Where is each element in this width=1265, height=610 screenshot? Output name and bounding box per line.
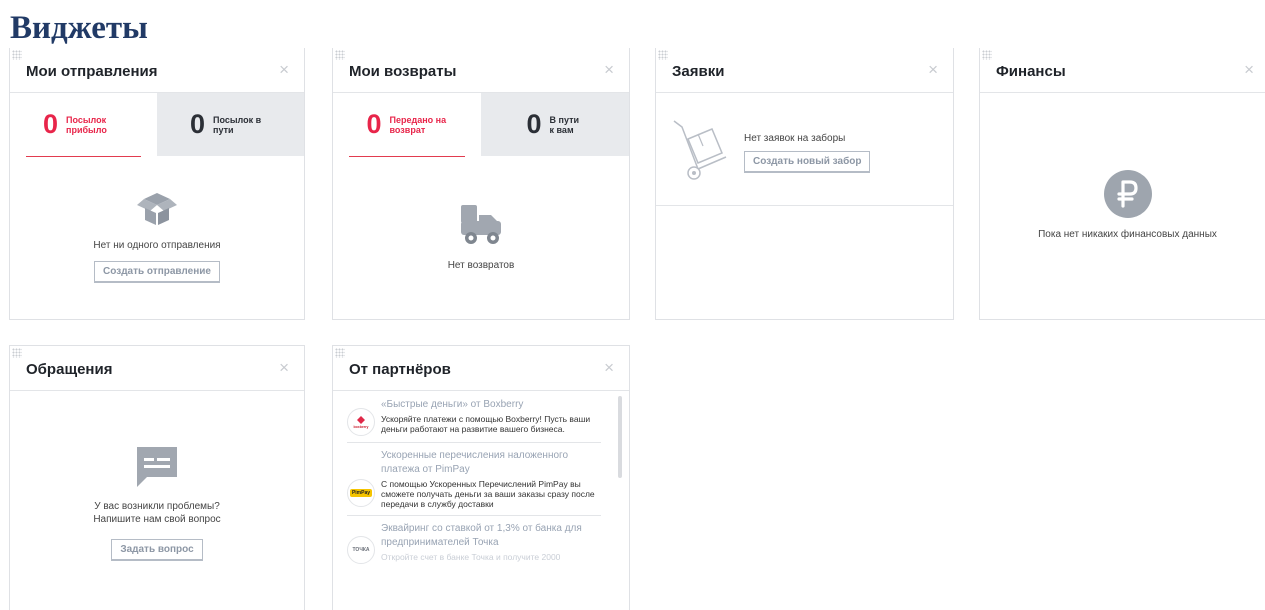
page-title: Виджеты [10, 10, 148, 46]
widget-title: Мои возвраты [349, 63, 457, 80]
close-icon[interactable]: × [279, 359, 289, 376]
transit-label: В пути к вам [549, 114, 580, 135]
list-item[interactable]: PimPay Ускоренные перечисления наложенно… [347, 443, 601, 516]
svg-text:boxberry: boxberry [354, 425, 369, 429]
widget-shipments: Мои отправления × 0 Посылок прибыло 0 По… [9, 48, 305, 320]
sent-count: 0 [366, 109, 382, 139]
widget-header: Мои возвраты × [333, 48, 629, 93]
widget-header: Заявки × [656, 48, 953, 93]
partner-desc: Ускоряйте платежи с помощью Boxberry! Пу… [381, 414, 591, 434]
partner-logo: PimPay [347, 479, 375, 507]
transit-count: 0 [526, 109, 542, 139]
sent-label: Передано на возврат [389, 114, 447, 135]
empty-state: Пока нет никаких финансовых данных [980, 170, 1265, 241]
widget-support: Обращения × У вас возникли проблемы? Нап… [9, 345, 305, 610]
hand-truck-icon [670, 117, 730, 183]
partner-content: «Быстрые деньги» от Boxberry Ускоряйте п… [381, 398, 601, 436]
arrived-count: 0 [42, 109, 59, 139]
ask-question-button[interactable]: Задать вопрос [111, 539, 203, 561]
empty-state: У вас возникли проблемы? Напишите нам св… [10, 443, 304, 561]
tab-arrived[interactable]: 0 Посылок прибыло [10, 93, 157, 157]
partner-title[interactable]: Ускоренные перечисления наложенного плат… [381, 449, 601, 477]
empty-text: Нет возвратов [447, 260, 515, 271]
widget-title: Финансы [996, 63, 1066, 80]
transit-count: 0 [189, 109, 206, 139]
list-item[interactable]: boxberry «Быстрые деньги» от Boxberry Ус… [347, 392, 601, 443]
ruble-icon [980, 170, 1265, 218]
empty-text: Пока нет никаких финансовых данных [1038, 229, 1217, 240]
tab-returns-in-transit[interactable]: 0 В пути к вам [481, 93, 629, 156]
empty-text: Нет ни одного отправления [93, 240, 221, 251]
partner-title[interactable]: Эквайринг со ставкой от 1,3% от банка дл… [381, 522, 601, 550]
widget-header: От партнёров × [333, 346, 629, 391]
widget-finance: Финансы × Пока нет никаких финансовых да… [979, 48, 1265, 320]
create-shipment-button[interactable]: Создать отправление [94, 261, 220, 283]
widget-header: Финансы × [980, 48, 1265, 93]
widget-returns: Мои возвраты × 0 Передано на возврат 0 В… [332, 48, 630, 320]
empty-state: Нет возвратов [333, 203, 629, 272]
box-icon [10, 191, 304, 227]
tab-returned[interactable]: 0 Передано на возврат [333, 93, 481, 157]
counters: 0 Посылок прибыло 0 Посылок в пути [10, 93, 304, 157]
partner-logo: ТОЧКА [347, 536, 375, 564]
partner-title[interactable]: «Быстрые деньги» от Boxberry [381, 398, 601, 412]
requests-empty: Нет заявок на заборы Создать новый забор [744, 132, 871, 173]
widget-title: Мои отправления [26, 63, 158, 80]
truck-icon [333, 203, 629, 247]
tab-in-transit[interactable]: 0 Посылок в пути [157, 93, 304, 156]
widget-header: Обращения × [10, 346, 304, 391]
partners-list: boxberry «Быстрые деньги» от Boxberry Ус… [333, 392, 615, 610]
partner-content: Эквайринг со ставкой от 1,3% от банка дл… [381, 522, 601, 564]
arrived-label: Посылок прибыло [66, 114, 107, 135]
transit-label: Посылок в пути [213, 114, 262, 135]
support-line-2: Напишите нам свой вопрос [93, 514, 221, 525]
empty-state: Нет ни одного отправления Создать отправ… [10, 191, 304, 283]
partner-desc: Откройте счет в банке Точка и получите 2… [381, 552, 561, 562]
partner-desc: С помощью Ускоренных Перечислений PimPay… [381, 479, 595, 509]
widget-title: Заявки [672, 63, 725, 80]
create-pickup-button[interactable]: Создать новый забор [744, 151, 871, 173]
widget-title: От партнёров [349, 361, 451, 378]
chat-icon [10, 443, 304, 491]
requests-body: Нет заявок на заборы Создать новый забор [656, 93, 953, 206]
widget-title: Обращения [26, 361, 113, 378]
close-icon[interactable]: × [279, 61, 289, 78]
scrollbar[interactable] [618, 396, 622, 478]
close-icon[interactable]: × [928, 61, 938, 78]
counters: 0 Передано на возврат 0 В пути к вам [333, 93, 629, 157]
close-icon[interactable]: × [604, 61, 614, 78]
widget-requests: Заявки × Нет заявок на заборы Создать но… [655, 48, 954, 320]
empty-text: Нет заявок на заборы [744, 133, 846, 144]
close-icon[interactable]: × [1244, 61, 1254, 78]
support-line-1: У вас возникли проблемы? [94, 501, 220, 512]
widget-header: Мои отправления × [10, 48, 304, 93]
close-icon[interactable]: × [604, 359, 614, 376]
partner-content: Ускоренные перечисления наложенного плат… [381, 449, 601, 509]
widget-partners: От партнёров × boxberry «Быстрые деньги»… [332, 345, 630, 610]
partner-logo: boxberry [347, 408, 375, 436]
list-item[interactable]: ТОЧКА Эквайринг со ставкой от 1,3% от ба… [347, 516, 601, 570]
